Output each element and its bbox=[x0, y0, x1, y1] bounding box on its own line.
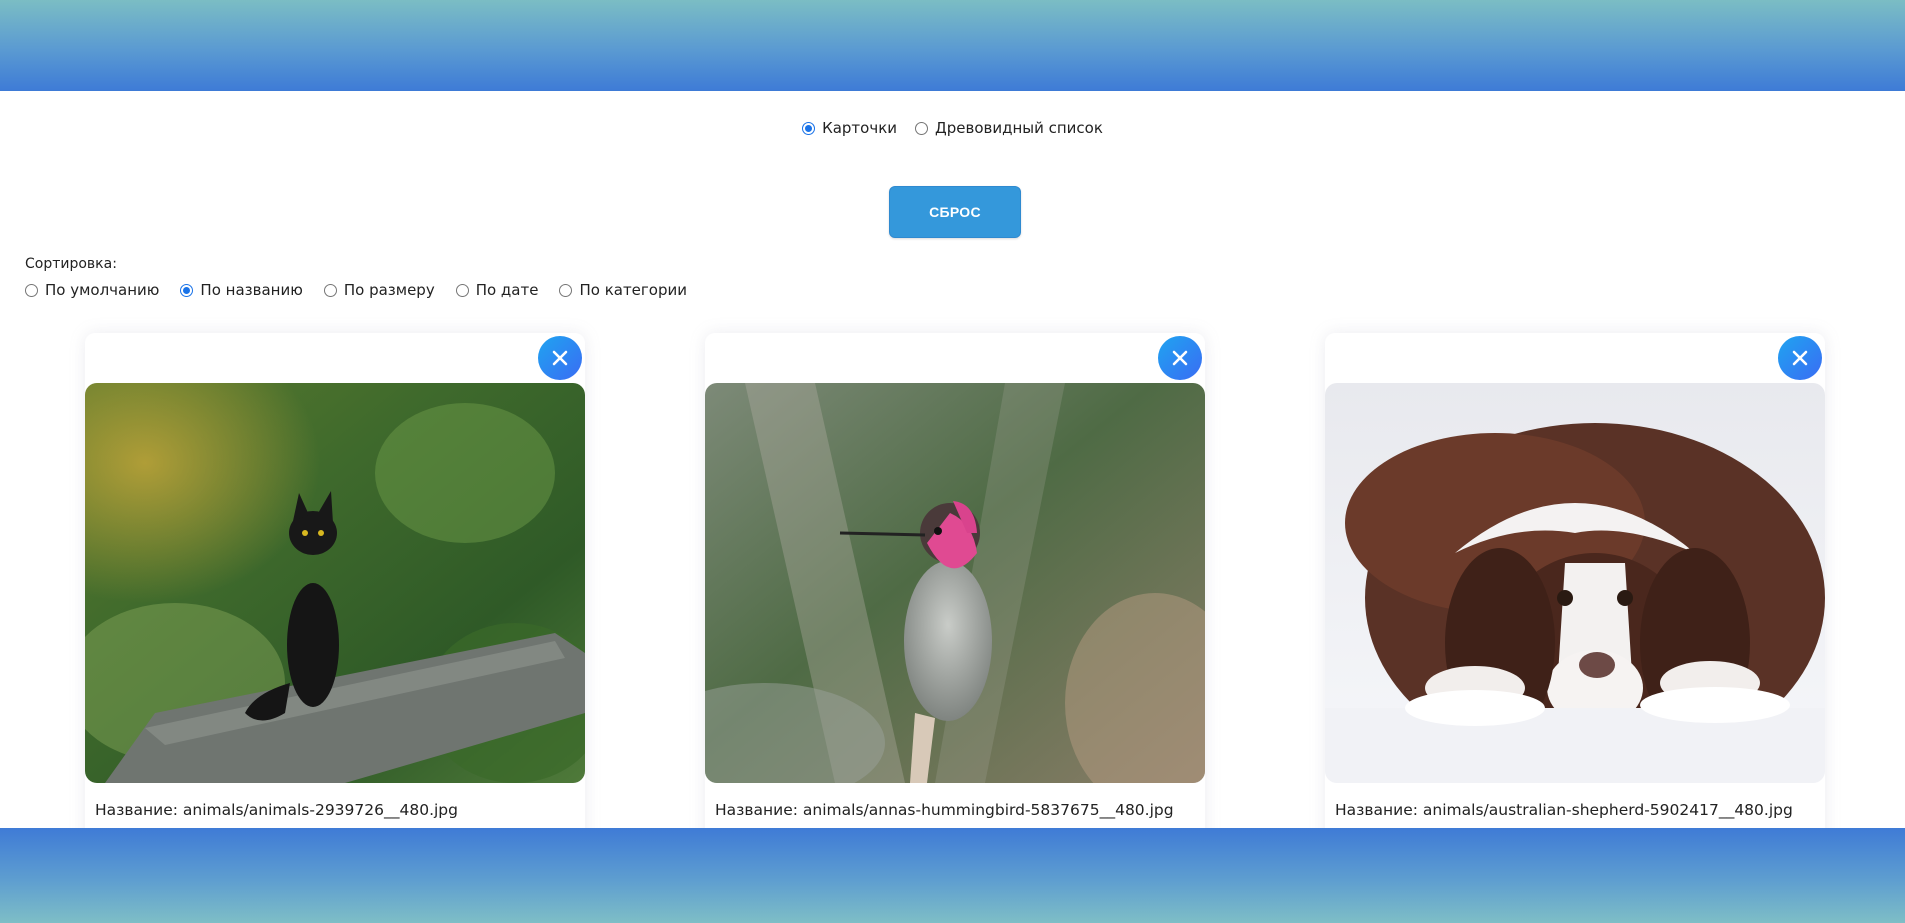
remove-card-button[interactable] bbox=[538, 336, 582, 380]
card-caption: Название: animals/annas-hummingbird-5837… bbox=[715, 801, 1174, 819]
radio-sort-name[interactable] bbox=[180, 283, 194, 297]
sort-option-date[interactable]: По дате bbox=[455, 281, 539, 299]
remove-card-button[interactable] bbox=[1778, 336, 1822, 380]
sort-options: По умолчанию По названию По размеру По д… bbox=[25, 281, 708, 299]
image-card: Название: animals/animals-2939726__480.j… bbox=[85, 333, 585, 853]
radio-tree[interactable] bbox=[915, 121, 929, 135]
reset-button[interactable]: СБРОС bbox=[889, 186, 1021, 238]
card-photo-dog bbox=[1325, 383, 1825, 783]
header-bar bbox=[0, 0, 1905, 91]
sort-option-name[interactable]: По названию bbox=[180, 281, 303, 299]
card-caption: Название: animals/australian-shepherd-59… bbox=[1335, 801, 1793, 819]
sort-option-name-label: По названию bbox=[200, 281, 303, 299]
radio-sort-category[interactable] bbox=[559, 283, 573, 297]
close-icon bbox=[552, 350, 568, 366]
radio-sort-default[interactable] bbox=[25, 283, 38, 297]
image-card: Название: animals/australian-shepherd-59… bbox=[1325, 333, 1825, 853]
view-mode-switch: Карточки Древовидный список bbox=[0, 118, 1905, 138]
view-option-tree-label: Древовидный список bbox=[935, 119, 1103, 137]
image-card: Название: animals/annas-hummingbird-5837… bbox=[705, 333, 1205, 853]
close-icon bbox=[1172, 350, 1188, 366]
close-icon bbox=[1792, 350, 1808, 366]
sort-title: Сортировка: bbox=[25, 256, 117, 272]
card-photo-cat bbox=[85, 383, 585, 783]
card-caption: Название: animals/animals-2939726__480.j… bbox=[95, 801, 458, 819]
sort-option-category-label: По категории bbox=[579, 281, 687, 299]
sort-option-default[interactable]: По умолчанию bbox=[25, 281, 159, 299]
sort-option-category[interactable]: По категории bbox=[559, 281, 687, 299]
view-option-cards[interactable]: Карточки bbox=[802, 119, 897, 137]
footer-bar bbox=[0, 828, 1905, 923]
view-option-tree[interactable]: Древовидный список bbox=[915, 119, 1103, 137]
sort-option-default-label: По умолчанию bbox=[45, 281, 160, 299]
radio-cards[interactable] bbox=[802, 121, 816, 135]
sort-option-size-label: По размеру bbox=[343, 281, 435, 299]
view-option-cards-label: Карточки bbox=[822, 119, 898, 137]
radio-sort-size[interactable] bbox=[323, 283, 337, 297]
remove-card-button[interactable] bbox=[1158, 336, 1202, 380]
sort-option-date-label: По дате bbox=[475, 281, 539, 299]
card-photo-hummingbird bbox=[705, 383, 1205, 783]
sort-option-size[interactable]: По размеру bbox=[323, 281, 435, 299]
radio-sort-date[interactable] bbox=[455, 283, 469, 297]
